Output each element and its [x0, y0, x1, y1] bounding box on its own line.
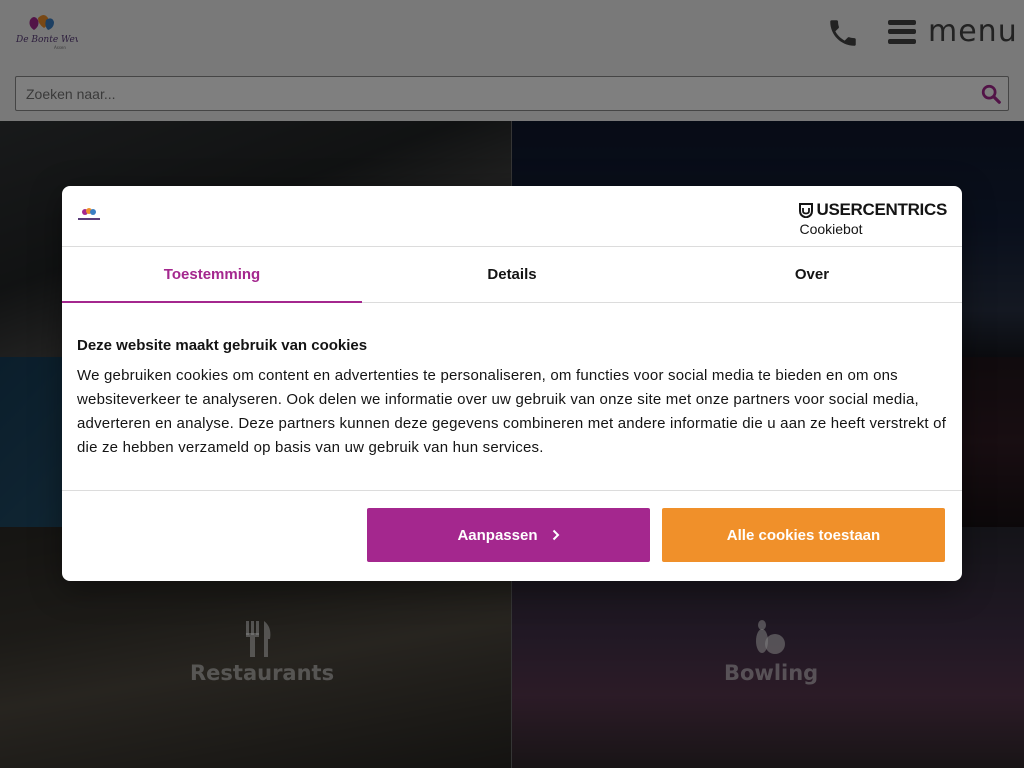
customize-label: Aanpassen: [457, 526, 538, 544]
chevron-right-icon: [552, 529, 559, 541]
consent-tabs: Toestemming Details Over: [62, 247, 962, 303]
site-logo-small: [78, 208, 100, 220]
consent-body: Deze website maakt gebruik van cookies W…: [62, 303, 962, 491]
provider-brand: USERCENTRICS: [816, 200, 947, 219]
usercentrics-cookiebot-logo: USERCENTRICS Cookiebot: [799, 200, 947, 237]
shield-icon: [799, 202, 814, 218]
allow-all-cookies-button[interactable]: Alle cookies toestaan: [662, 508, 945, 562]
allow-all-label: Alle cookies toestaan: [726, 526, 881, 544]
consent-actions: Aanpassen Alle cookies toestaan: [62, 491, 962, 581]
dialog-header: USERCENTRICS Cookiebot: [62, 186, 962, 247]
customize-button[interactable]: Aanpassen: [367, 508, 650, 562]
tab-toestemming[interactable]: Toestemming: [62, 247, 362, 303]
provider-product: Cookiebot: [799, 221, 863, 237]
tab-details[interactable]: Details: [362, 247, 662, 302]
consent-text: We gebruiken cookies om content en adver…: [77, 367, 947, 456]
consent-heading: Deze website maakt gebruik van cookies: [77, 337, 368, 354]
cookie-consent-dialog: USERCENTRICS Cookiebot Toestemming Detai…: [62, 186, 962, 581]
tab-over[interactable]: Over: [662, 247, 962, 302]
